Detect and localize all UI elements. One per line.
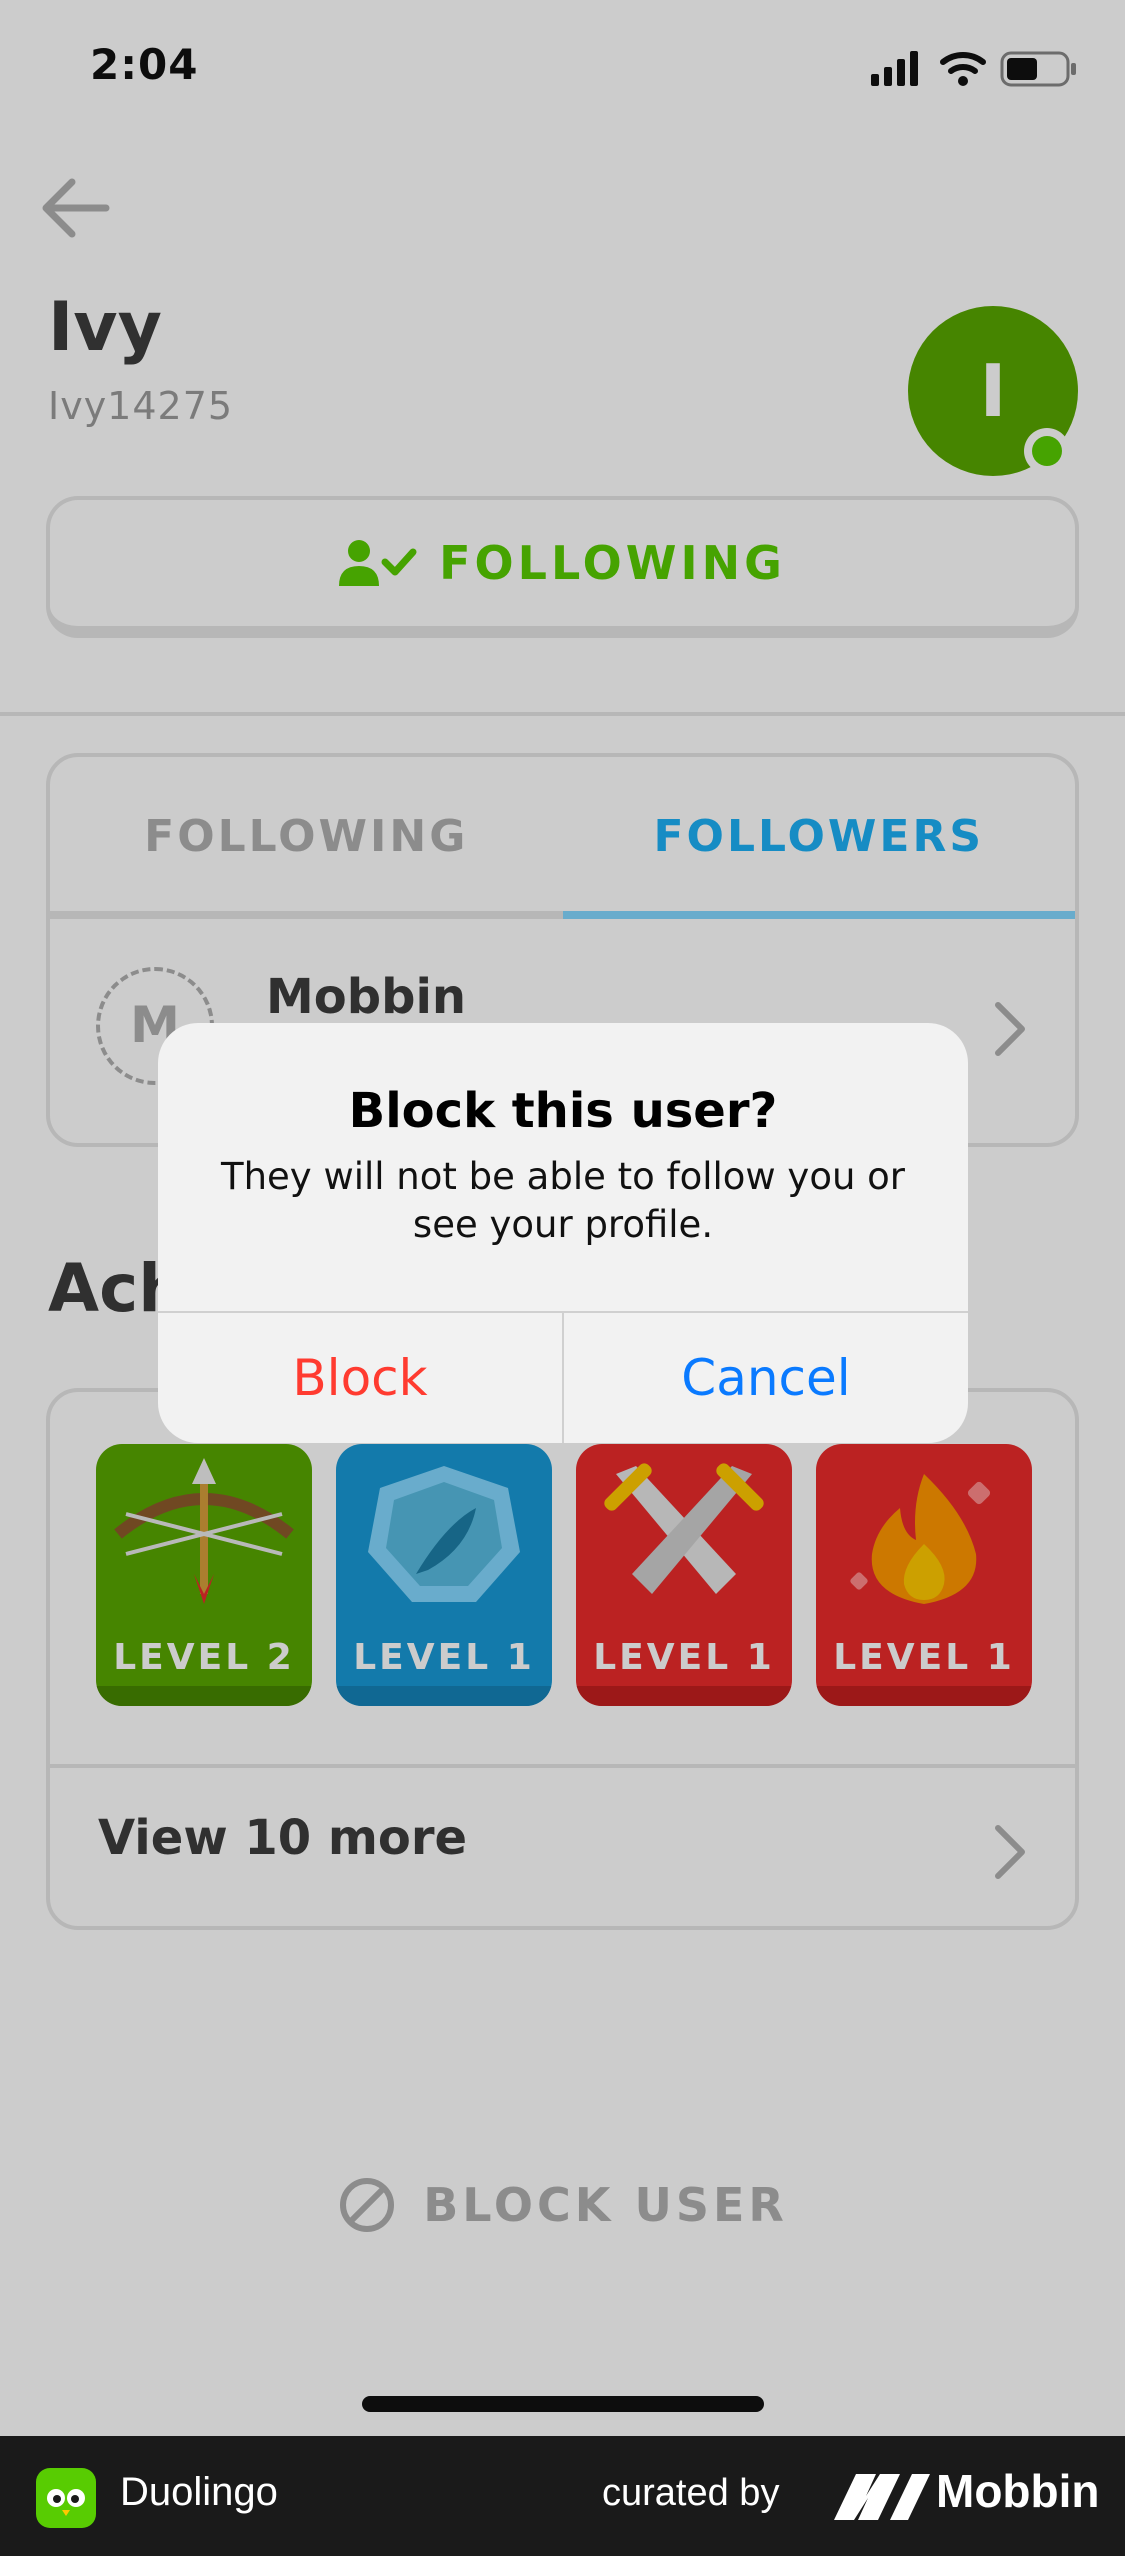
owl-icon	[47, 2489, 85, 2516]
footer-app-name: Duolingo	[120, 2470, 278, 2514]
dialog-message: They will not be able to follow you or s…	[220, 1155, 906, 1246]
footer-brand: Mobbin	[936, 2465, 1100, 2517]
mobbin-logo-icon	[834, 2474, 930, 2520]
profile-screen: 2:04 Ivy Ivy14275 I FOLLOWING FOLLOWING …	[0, 0, 1125, 2436]
dialog-title: Block this user?	[348, 1083, 778, 1139]
footer-curated-by: curated by	[602, 2472, 780, 2514]
cancel-button[interactable]: Cancel	[564, 1313, 968, 1443]
attribution-footer: Duolingo curated by Mobbin	[0, 2436, 1125, 2556]
duolingo-logo	[36, 2468, 96, 2528]
block-button[interactable]: Block	[158, 1313, 562, 1443]
block-confirm-dialog: Block this user? They will not be able t…	[158, 1023, 968, 1443]
